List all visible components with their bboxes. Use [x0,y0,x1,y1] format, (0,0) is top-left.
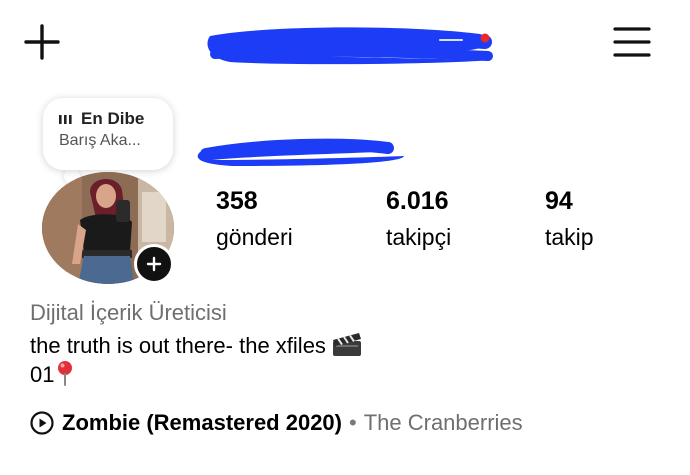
username-redaction [200,22,496,68]
music-separator: • [349,410,357,435]
note-title: En Dibe [81,109,145,128]
music-title: Zombie (Remastered 2020) [62,410,342,435]
following-stat[interactable]: 94 takip [545,186,594,252]
bio-line-1-text: the truth is out there- the xfiles [30,333,326,358]
profile-category: Dijital İçerik Üreticisi [30,300,227,325]
note-title-row: En Dibe [59,109,173,129]
add-story-button[interactable] [134,244,174,284]
plus-icon [146,256,162,272]
followers-stat[interactable]: 6.016 takipçi [386,186,451,252]
music-artist: The Cranberries [363,410,523,435]
note-bubble[interactable]: En Dibe Barış Aka... [43,98,173,170]
plus-icon [24,24,60,60]
create-button[interactable] [20,20,64,64]
posts-count: 358 [216,187,258,215]
round-pushpin-icon [58,361,73,386]
hamburger-menu-icon [613,27,651,57]
audio-bars-icon [59,115,72,124]
posts-stat[interactable]: 358 gönderi [216,186,293,252]
followers-label: takipçi [386,224,452,250]
followers-count: 6.016 [386,187,449,215]
following-label: takip [545,224,594,250]
following-count: 94 [545,187,573,215]
display-name-redaction [192,132,406,166]
profile-music[interactable]: Zombie (Remastered 2020) • The Cranberri… [30,410,523,436]
bio-line-2-text: 01 [30,362,55,387]
note-subtitle: Barış Aka... [59,132,141,149]
play-circle-icon [30,411,54,435]
posts-label: gönderi [216,224,293,250]
clapper-board-icon [332,333,361,356]
bio-line-2: 01 [30,360,75,388]
menu-button[interactable] [608,20,656,64]
bio-line-1: the truth is out there- the xfiles [30,331,362,359]
